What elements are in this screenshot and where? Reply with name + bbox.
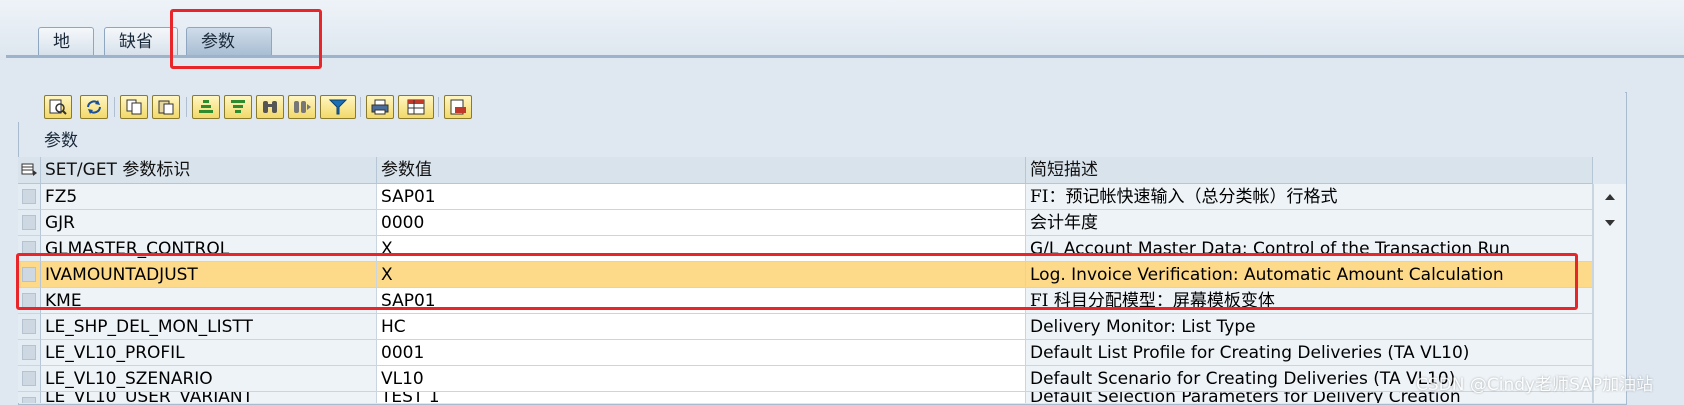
parameter-id-cell: GJR — [41, 210, 377, 236]
print-icon[interactable] — [366, 95, 394, 119]
toolbar-separator — [114, 97, 115, 117]
table-row[interactable]: LE_VL10_SZENARIO VL10 Default Scenario f… — [18, 366, 1593, 392]
refresh-icon[interactable] — [80, 95, 108, 119]
table-row[interactable]: LE_VL10_PROFIL 0001 Default List Profile… — [18, 340, 1593, 366]
description-cell: 会计年度 — [1026, 210, 1593, 236]
toolbar-separator — [438, 97, 439, 117]
parameter-id-cell: LE_SHP_DEL_MON_LISTT — [41, 314, 377, 340]
parameter-id-cell: LE_VL10_USER_VARIANT — [41, 392, 377, 403]
toolbar-separator — [360, 97, 361, 117]
row-selector[interactable] — [18, 262, 41, 288]
description-cell: FI 科目分配模型：屏幕模板变体 — [1026, 288, 1593, 314]
row-selector[interactable] — [18, 366, 41, 392]
row-selector[interactable] — [18, 184, 41, 210]
row-selector[interactable] — [18, 288, 41, 314]
parameter-value-input[interactable]: SAP01 — [377, 288, 1026, 314]
table-row[interactable]: GJR 0000 会计年度 — [18, 210, 1593, 236]
parameter-id-cell: IVAMOUNTADJUST — [41, 262, 377, 288]
row-selector[interactable] — [18, 392, 41, 403]
parameter-id-cell: FZ5 — [41, 184, 377, 210]
sort-descending-icon[interactable] — [224, 95, 252, 119]
table-row-highlighted[interactable]: IVAMOUNTADJUST X Log. Invoice Verificati… — [18, 262, 1593, 288]
parameter-id-cell: KME — [41, 288, 377, 314]
layout-icon[interactable] — [398, 95, 434, 119]
column-header-parameter-id[interactable]: SET/GET 参数标识 — [41, 157, 377, 184]
table-row[interactable]: GLMASTER_CONTROL X G/L Account Master Da… — [18, 236, 1593, 262]
scroll-up-icon[interactable] — [1602, 190, 1618, 204]
row-selector[interactable] — [18, 236, 41, 262]
table-row[interactable]: LE_SHP_DEL_MON_LISTT HC Delivery Monitor… — [18, 314, 1593, 340]
description-cell: Log. Invoice Verification: Automatic Amo… — [1026, 262, 1593, 288]
parameter-value-input[interactable]: TEST 1 — [377, 392, 1026, 403]
parameter-value-input[interactable]: SAP01 — [377, 184, 1026, 210]
table-row[interactable]: KME SAP01 FI 科目分配模型：屏幕模板变体 — [18, 288, 1593, 314]
parameter-value-input[interactable]: X — [377, 262, 1026, 288]
table-row[interactable]: LE_VL10_USER_VARIANT TEST 1 Default Sele… — [18, 392, 1593, 403]
copy-icon[interactable] — [120, 95, 148, 119]
table-row[interactable]: FZ5 SAP01 FI：预记帐快速输入（总分类帐）行格式 — [18, 184, 1593, 210]
paste-icon[interactable] — [152, 95, 180, 119]
row-selector[interactable] — [18, 210, 41, 236]
description-cell: FI：预记帐快速输入（总分类帐）行格式 — [1026, 184, 1593, 210]
column-header-label: 参数值 — [381, 160, 432, 180]
tab-address[interactable]: 地址 — [38, 27, 94, 80]
parameter-id-cell: LE_VL10_PROFIL — [41, 340, 377, 366]
parameter-value-input[interactable]: X — [377, 236, 1026, 262]
select-all-icon[interactable] — [18, 157, 41, 184]
export-icon[interactable] — [444, 95, 472, 119]
parameter-value-input[interactable]: HC — [377, 314, 1026, 340]
details-icon[interactable] — [44, 95, 72, 119]
description-cell: G/L Account Master Data: Control of the … — [1026, 236, 1593, 262]
find-next-icon[interactable] — [288, 95, 316, 119]
column-header-parameter-value[interactable]: 参数值 — [377, 157, 1026, 184]
parameter-id-cell: LE_VL10_SZENARIO — [41, 366, 377, 392]
toolbar-separator — [186, 97, 187, 117]
watermark: CSDN @Cindy老师SAP加油站 — [1416, 375, 1654, 395]
row-selector[interactable] — [18, 314, 41, 340]
column-header-label: 简短描述 — [1030, 160, 1098, 180]
tab-parameters-label: 参数 — [201, 32, 235, 52]
grid-title: 参数 — [44, 131, 78, 151]
row-selector[interactable] — [18, 340, 41, 366]
column-header-label: SET/GET 参数标识 — [45, 160, 191, 180]
description-cell: Delivery Monitor: List Type — [1026, 314, 1593, 340]
tab-defaults[interactable]: 缺省值 — [104, 27, 178, 80]
parameter-value-input[interactable]: VL10 — [377, 366, 1026, 392]
parameter-value-input[interactable]: 0000 — [377, 210, 1026, 236]
sort-ascending-icon[interactable] — [192, 95, 220, 119]
find-icon[interactable] — [256, 95, 284, 119]
description-cell: Default List Profile for Creating Delive… — [1026, 340, 1593, 366]
scroll-down-icon[interactable] — [1602, 216, 1618, 230]
grid-toolbar — [18, 92, 1625, 122]
column-header-description[interactable]: 简短描述 — [1026, 157, 1593, 184]
parameter-id-cell: GLMASTER_CONTROL — [41, 236, 377, 262]
parameter-value-input[interactable]: 0001 — [377, 340, 1026, 366]
tab-parameters[interactable]: 参数 — [186, 27, 272, 55]
filter-icon[interactable] — [320, 95, 356, 119]
